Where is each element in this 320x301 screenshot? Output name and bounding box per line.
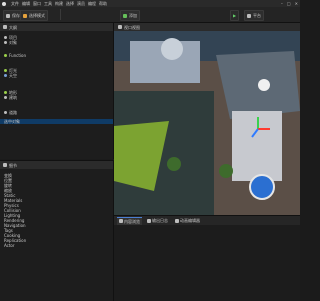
play-button[interactable]: ▶ [230, 10, 240, 21]
folder-icon [119, 219, 123, 223]
details-panel: 细节 变换 位置 旋转 缩放 Static Materials Physics … [0, 160, 114, 301]
outliner-header: 大纲 [0, 23, 113, 31]
viewport-tab-label: 视口视图 [124, 24, 140, 30]
building-icon [4, 96, 7, 99]
bottom-tabs: 内容浏览 输出日志 动画编辑器 [114, 216, 300, 225]
outliner-item[interactable]: 对象 [0, 40, 113, 45]
outliner-item[interactable]: 天空 [0, 73, 113, 78]
light-icon [4, 69, 7, 72]
menu-item-window[interactable]: 窗口 [33, 1, 41, 6]
outliner-item[interactable]: Function [0, 53, 113, 58]
menu-item-script[interactable]: 编程 [88, 1, 96, 6]
platform-button[interactable]: 平台 [244, 10, 264, 21]
menu-item-file[interactable]: 文件 [11, 1, 19, 6]
capitol-dome [161, 38, 183, 60]
menu-item-help[interactable]: 帮助 [99, 1, 107, 6]
outliner-title: 大纲 [9, 24, 17, 30]
outliner-selected-row[interactable]: 选中对象 [0, 119, 113, 124]
add-button[interactable]: 添加 [120, 10, 140, 21]
menu-bar: 文件 编辑 窗口 工具 构建 选择 演员 编程 帮助 [0, 0, 107, 7]
minimize-button[interactable]: – [281, 1, 283, 6]
function-icon [4, 54, 7, 57]
app-logo-icon [2, 1, 6, 6]
details-title: 细节 [9, 162, 17, 168]
terrain-icon [4, 91, 7, 94]
close-button[interactable]: ✕ [295, 1, 298, 6]
save-label: 保存 [12, 13, 20, 18]
details-icon [3, 163, 7, 167]
viewport-icon [118, 25, 122, 29]
select-mode-icon [23, 13, 27, 18]
window-controls: – □ ✕ [281, 1, 298, 6]
mode-button[interactable]: 选择模式 [20, 10, 48, 21]
details-row[interactable]: Actor [0, 243, 113, 248]
tab-output-log[interactable]: 输出日志 [145, 217, 170, 224]
menu-item-select[interactable]: 选择 [66, 1, 74, 6]
animation-icon [175, 218, 179, 223]
viewport-tab[interactable]: 视口视图 [114, 23, 300, 31]
main-toolbar: 保存 选择模式 添加 ▶ 平台 [0, 7, 300, 23]
round-pool [249, 174, 275, 200]
maximize-button[interactable]: □ [287, 1, 291, 6]
toolbar-divider [60, 9, 61, 20]
menu-item-edit[interactable]: 编辑 [22, 1, 30, 6]
tab-content-browser[interactable]: 内容浏览 [117, 216, 142, 225]
menu-item-tools[interactable]: 工具 [44, 1, 52, 6]
platform-label: 平台 [253, 13, 261, 18]
tree [167, 157, 181, 171]
scene-render[interactable] [114, 31, 300, 215]
tab-animation-editor[interactable]: 动画编辑器 [173, 217, 202, 224]
sky-icon [4, 74, 7, 77]
object-icon [4, 41, 7, 44]
level-viewport[interactable]: 视口视图 [114, 23, 300, 215]
gizmo-sphere [258, 79, 270, 91]
log-icon [147, 218, 151, 223]
road-icon [4, 111, 7, 114]
mode-label: 选择模式 [29, 13, 45, 18]
bottom-panel: 内容浏览 输出日志 动画编辑器 [114, 215, 300, 301]
outliner-panel: 大纲 项目 对象 Function 灯光 天空 地形 建筑 道路 选中对象 [0, 23, 114, 159]
outliner-item[interactable]: 建筑 [0, 95, 113, 100]
outliner-item[interactable]: 道路 [0, 110, 113, 115]
save-icon [6, 13, 10, 18]
folder-icon [4, 36, 7, 39]
gear-icon [247, 13, 251, 18]
menu-item-actor[interactable]: 演员 [77, 1, 85, 6]
details-header: 细节 [0, 161, 113, 169]
play-icon: ▶ [233, 13, 237, 18]
outliner-icon [3, 25, 7, 29]
add-label: 添加 [129, 13, 137, 18]
add-icon [123, 13, 127, 18]
menu-item-build[interactable]: 构建 [55, 1, 63, 6]
tree [219, 164, 233, 178]
